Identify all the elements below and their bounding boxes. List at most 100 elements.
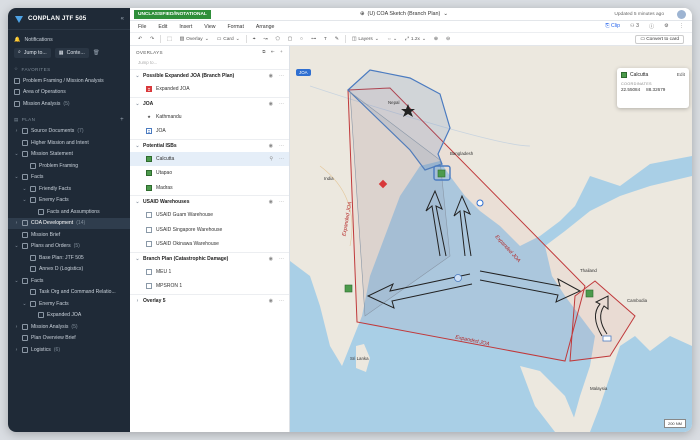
document-title[interactable]: ⊕ (U) COA Sketch (Branch Plan) ⌄ xyxy=(360,11,448,17)
settings-icon[interactable]: ⚙ xyxy=(664,23,669,30)
eye-icon[interactable]: ◉ xyxy=(269,199,273,205)
favorite-item[interactable]: Problem Framing / Mission Analysis xyxy=(8,75,130,87)
select-tool-button[interactable]: ⬚ xyxy=(165,37,174,42)
menu-arrange[interactable]: Arrange xyxy=(256,24,274,30)
copy-icon[interactable]: ⧉ xyxy=(262,49,266,55)
plan-tree-item[interactable]: Base Plan: JTF 505 xyxy=(8,252,130,264)
trash-icon[interactable]: 🗑 xyxy=(93,50,100,56)
meu-marker[interactable] xyxy=(476,199,484,207)
overlay-item[interactable]: ⌗ JOA xyxy=(130,124,289,139)
pin-tool-icon[interactable]: ⌖ xyxy=(251,36,258,42)
joa-chip[interactable]: JOA xyxy=(296,69,311,76)
utapao-marker[interactable] xyxy=(585,289,594,298)
more-icon[interactable]: ⋯ xyxy=(279,143,284,149)
more-icon[interactable]: ⋯ xyxy=(279,199,284,205)
collapse-icon[interactable]: ⇤ xyxy=(271,49,275,55)
notifications-row[interactable]: 🔔 Notifications xyxy=(8,33,130,46)
overlay-item[interactable]: MPSRON 1 xyxy=(130,279,289,294)
more-icon[interactable]: ⋯ xyxy=(279,156,284,162)
overlay-search-input[interactable]: Jump to... xyxy=(134,58,285,67)
route-tool-icon[interactable]: ↝ xyxy=(261,37,269,42)
overlay-item[interactable]: Calcutta ⚲ ⋯ xyxy=(130,151,289,166)
plan-tree-item[interactable]: Plan Overview Brief xyxy=(8,333,130,345)
madras-marker[interactable] xyxy=(344,284,353,293)
clip-button[interactable]: ⎘ Clip xyxy=(605,23,620,30)
plan-tree-item[interactable]: Facts and Assumptions xyxy=(8,206,130,218)
plan-tree-item[interactable]: ⌄ Facts xyxy=(8,172,130,184)
overlay-item[interactable]: MEU 1 xyxy=(130,265,289,280)
overlay-group-header[interactable]: ⌄ Possible Expanded JOA (Branch Plan) ◉ ⋯ xyxy=(130,70,289,82)
overlay-item[interactable]: USAID Singapore Warehouse xyxy=(130,223,289,238)
rectangle-tool-icon[interactable]: ▢ xyxy=(286,37,295,42)
redo-button[interactable]: ↷ xyxy=(148,37,156,42)
menu-file[interactable]: File xyxy=(138,24,146,30)
favorite-item[interactable]: Area of Operations xyxy=(8,87,130,99)
plan-tree-item[interactable]: Mission Brief xyxy=(8,229,130,241)
overlay-group-header[interactable]: ⌄ Potential ISBs ◉ ⋯ xyxy=(130,140,289,152)
layers-dropdown[interactable]: ◫ Layers ⌄ xyxy=(350,37,381,42)
zoom-out-button[interactable]: ⊖ xyxy=(444,37,452,42)
more-icon[interactable]: ⋯ xyxy=(279,298,284,304)
jump-to-button[interactable]: ⌕ Jump to... xyxy=(14,47,51,58)
plan-tree-item[interactable]: ⌄ Enemy Facts xyxy=(8,298,130,310)
overlay-group-header[interactable]: ⌄ USAID Warehouses ◉ ⋯ xyxy=(130,196,289,208)
eye-icon[interactable]: ◉ xyxy=(269,73,273,79)
overlay-item[interactable]: USAID Okinawa Warehouse xyxy=(130,237,289,252)
plan-tree-item[interactable]: › Logistics (6) xyxy=(8,344,130,356)
overlay-group-header[interactable]: › Overlay 5 ◉ ⋯ xyxy=(130,295,289,307)
eye-icon[interactable]: ◉ xyxy=(269,101,273,107)
overlay-item[interactable]: Utapao xyxy=(130,166,289,181)
menu-format[interactable]: Format xyxy=(227,24,243,30)
card-dropdown[interactable]: ▭ Card ⌄ xyxy=(215,37,242,42)
pen-tool-icon[interactable]: ✎ xyxy=(333,37,341,42)
plan-tree-item[interactable]: ⌄ Facts xyxy=(8,275,130,287)
avatar[interactable] xyxy=(677,9,686,19)
share-count[interactable]: ⚇ 3 xyxy=(630,23,639,30)
overlay-item[interactable]: Madras xyxy=(130,181,289,196)
menu-view[interactable]: View xyxy=(204,24,215,30)
more-icon[interactable]: ⋯ xyxy=(279,73,284,79)
map-canvas[interactable]: JOA Expanded JOA Expanded JOA Expanded J… xyxy=(290,46,692,432)
plan-tree-item[interactable]: ⌄ Mission Statement xyxy=(8,149,130,161)
zoom-dropdown[interactable]: ⤢ 1.2x ⌄ xyxy=(403,36,428,43)
overlay-item[interactable]: ★ Kathmandu xyxy=(130,110,289,125)
link-icon[interactable]: ⚲ xyxy=(269,156,273,162)
overlay-group-header[interactable]: ⌄ Branch Plan (Catastrophic Damage) ◉ ⋯ xyxy=(130,253,289,265)
overlay-dropdown[interactable]: ▨ Overlay ⌄ xyxy=(178,37,211,42)
more-icon[interactable]: ⋯ xyxy=(279,101,284,107)
eye-icon[interactable]: ◉ xyxy=(269,298,273,304)
overlay-item[interactable]: ⌗ Expanded JOA xyxy=(130,82,289,97)
plan-tree-item[interactable]: Task Org and Command Relatio... xyxy=(8,287,130,299)
plan-tree-item[interactable]: Higher Mission and Intent xyxy=(8,137,130,149)
measure-tool-icon[interactable]: ⊶ xyxy=(309,37,318,42)
overlay-group-header[interactable]: ⌄ JOA ◉ ⋯ xyxy=(130,98,289,110)
plan-tree-item[interactable]: ⌄ Enemy Facts xyxy=(8,195,130,207)
plan-tree-item[interactable]: › Source Documents (7) xyxy=(8,126,130,138)
calcutta-marker[interactable] xyxy=(437,169,446,178)
overlay-item[interactable]: USAID Guam Warehouse xyxy=(130,208,289,223)
undo-button[interactable]: ↶ xyxy=(136,37,144,42)
eye-icon[interactable]: ◉ xyxy=(269,143,273,149)
plan-tree-item[interactable]: › Mission Analysis (5) xyxy=(8,321,130,333)
plan-tree-item[interactable]: Annex D (Logistics) xyxy=(8,264,130,276)
mpsron-marker[interactable] xyxy=(602,335,612,342)
info-card-edit-button[interactable]: Edit xyxy=(677,73,685,78)
plan-tree-item[interactable]: ⌄ Plans and Orders (5) xyxy=(8,241,130,253)
convert-to-card-button[interactable]: ▭ Convert to card xyxy=(635,34,684,44)
text-tool-icon[interactable]: T xyxy=(322,37,329,42)
add-overlay-icon[interactable]: + xyxy=(280,49,283,55)
plan-tree-item[interactable]: › COA Development (14) xyxy=(8,217,130,229)
context-button[interactable]: ▦ Conte... xyxy=(54,47,89,58)
eye-icon[interactable]: ◉ xyxy=(269,256,273,262)
collapse-sidebar-icon[interactable]: « xyxy=(121,16,124,22)
polygon-tool-icon[interactable]: ⬠ xyxy=(273,37,281,42)
plan-tree-item[interactable]: ⌄ Friendly Facts xyxy=(8,183,130,195)
zoom-in-button[interactable]: ⊕ xyxy=(432,37,440,42)
plan-tree-item[interactable]: Problem Framing xyxy=(8,160,130,172)
favorite-item[interactable]: Mission Analysis (5) xyxy=(8,98,130,110)
view-dropdown[interactable]: ⇔ ⌄ xyxy=(385,37,399,42)
circle-tool-icon[interactable]: ○ xyxy=(298,37,305,42)
add-plan-item-button[interactable]: + xyxy=(120,117,124,123)
plan-tree-item[interactable]: Expanded JOA xyxy=(8,310,130,322)
info-icon[interactable]: ⓘ xyxy=(649,23,654,30)
